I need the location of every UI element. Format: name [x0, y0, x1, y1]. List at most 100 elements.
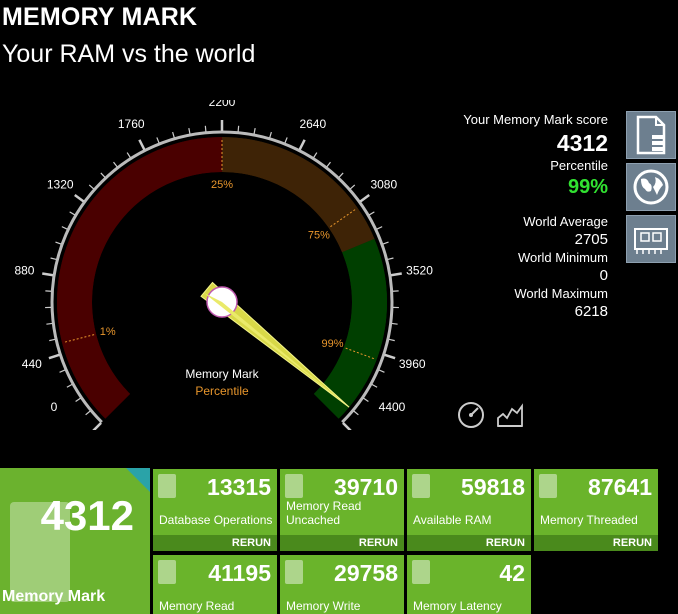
gauge-tick	[384, 353, 396, 360]
page-subtitle: Your RAM vs the world	[2, 40, 256, 68]
world-minimum-label: World Minimum	[517, 250, 608, 265]
tile-corner-marker	[126, 468, 150, 492]
score-value: 4312	[556, 130, 608, 156]
percentile-label: Percentile	[550, 158, 608, 173]
gauge-tick	[100, 172, 106, 178]
percentile-label: 25%	[211, 179, 233, 191]
gauge-tick	[371, 383, 378, 388]
gauge-tick-label: 3080	[370, 177, 397, 191]
tile-memory-write[interactable]: 29758 Memory Write	[280, 555, 404, 614]
tile-value: 29758	[334, 560, 398, 586]
rerun-button[interactable]: RERUN	[280, 535, 404, 551]
ram-module-icon	[634, 228, 668, 254]
ram-chip-icon	[285, 560, 303, 584]
gauge-tick	[359, 194, 370, 203]
tile-value: 13315	[207, 474, 271, 500]
memory-mark-tile[interactable]: 4312 Memory Mark	[0, 468, 150, 614]
gauge-tick	[48, 353, 60, 360]
percentile-label: 75%	[308, 230, 330, 242]
gauge-tick	[59, 369, 66, 373]
speedometer-icon	[458, 402, 484, 428]
tile-available-ram[interactable]: 59818 Available RAM RERUN	[407, 469, 531, 551]
gauge-tick-label: 0	[51, 400, 58, 414]
gauge-tick	[338, 172, 344, 178]
gauge-tick-label: 4400	[379, 400, 406, 414]
tile-memory-read-uncached[interactable]: 39710 Memory Read Uncached RERUN	[280, 469, 404, 551]
gauge-tick-label: 440	[22, 357, 42, 371]
tile-label: Memory Read Cached	[159, 599, 235, 614]
world-minimum-value: 0	[599, 267, 608, 284]
gauge-tick	[85, 410, 91, 416]
gauge-tick	[46, 322, 53, 325]
gauge-tick	[298, 139, 306, 151]
gauge-tick	[42, 272, 54, 277]
memory-mark-gauge: 0440880132017602200264030803520396044001…	[14, 100, 433, 430]
world-average-label: World Average	[523, 214, 608, 229]
speedometer-view-button[interactable]	[456, 400, 486, 430]
gauge-caption-percentile: Percentile	[195, 384, 249, 398]
gauge-tick-label: 2200	[209, 100, 236, 109]
chart-view-button[interactable]	[495, 400, 525, 430]
ram-chip-icon	[158, 560, 176, 584]
tile-label: Memory Threaded	[540, 513, 638, 527]
page-title: MEMORY MARK	[2, 3, 198, 31]
details-button[interactable]	[626, 111, 676, 159]
document-icon	[636, 115, 666, 155]
gauge-tick	[49, 338, 56, 342]
percentile-label: 99%	[322, 338, 344, 350]
tile-memory-threaded[interactable]: 87641 Memory Threaded RERUN	[534, 469, 658, 551]
world-compare-button[interactable]	[626, 163, 676, 211]
hardware-button[interactable]	[626, 215, 676, 263]
gauge-tick-label: 1320	[47, 177, 74, 191]
gauge-tick	[326, 161, 331, 168]
tile-value: 42	[499, 560, 525, 586]
gauge-tick	[74, 194, 85, 203]
gauge-tick	[390, 272, 402, 277]
score-stats-panel: Your Memory Mark score 4312 Percentile 9…	[408, 112, 608, 322]
gauge-tick	[69, 211, 76, 216]
gauge-tick	[75, 397, 81, 402]
gauge-tick	[376, 226, 383, 230]
gauge-tick	[156, 137, 160, 144]
score-label: Your Memory Mark score	[463, 112, 608, 127]
ram-chip-icon	[412, 560, 430, 584]
tile-value: 87641	[588, 474, 652, 500]
gauge-tick	[66, 383, 73, 388]
gauge-tick	[353, 410, 359, 416]
gauge-tick	[378, 369, 385, 373]
percentile-value: 99%	[567, 176, 608, 198]
rerun-button[interactable]: RERUN	[407, 535, 531, 551]
gauge-tick	[368, 211, 375, 216]
gauge-tick	[349, 184, 356, 190]
gauge-caption: Memory Mark	[185, 367, 259, 381]
gauge-tick	[387, 257, 394, 261]
gauge-tick	[313, 152, 318, 158]
tile-label: Memory Latency	[413, 599, 502, 613]
world-average-value: 2705	[574, 231, 608, 248]
gauge-tick	[363, 397, 369, 402]
percentile-label: 1%	[100, 326, 116, 338]
rerun-button[interactable]: RERUN	[153, 535, 277, 551]
tile-memory-latency[interactable]: 42 Memory Latency	[407, 555, 531, 614]
gauge-tick	[92, 422, 102, 430]
tile-label: Database Operations	[159, 513, 273, 527]
memory-mark-score: 4312	[40, 492, 134, 539]
tile-label: Memory Read Uncached	[286, 499, 362, 527]
tile-database-operations[interactable]: 13315 Database Operations RERUN	[153, 469, 277, 551]
tile-memory-read-cached[interactable]: 41195 Memory Read Cached	[153, 555, 277, 614]
gauge-tick	[284, 137, 288, 144]
gauge-tick	[204, 125, 207, 132]
tile-value: 39710	[334, 474, 398, 500]
gauge-tick-label: 1760	[118, 117, 145, 131]
world-maximum-label: World Maximum	[514, 286, 608, 301]
tile-label: Memory Write	[286, 599, 361, 613]
ram-chip-icon	[285, 474, 303, 498]
gauge-tick	[55, 241, 62, 245]
world-maximum-value: 6218	[574, 303, 608, 320]
ram-chip-icon	[412, 474, 430, 498]
tile-value: 59818	[461, 474, 525, 500]
gauge-tick	[88, 184, 95, 190]
gauge-tick	[342, 422, 352, 430]
rerun-button[interactable]: RERUN	[534, 535, 658, 551]
gauge-tick	[138, 139, 146, 151]
